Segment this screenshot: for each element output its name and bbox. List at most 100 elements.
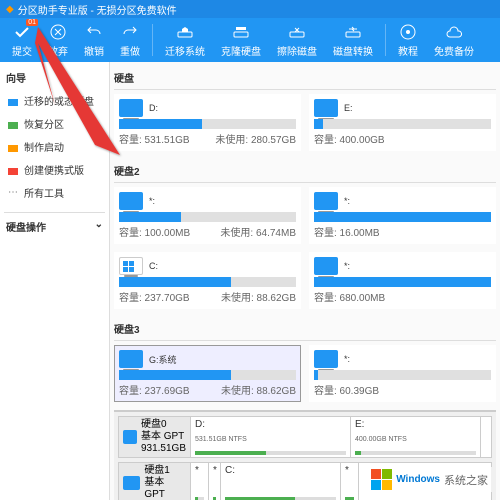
disk-icon bbox=[123, 476, 140, 490]
sidebar: 向导 迁移的或态硬盘恢复分区制作启动创建便携式版 ⋯ 所有工具 硬盘操作 ⌄ bbox=[0, 62, 110, 500]
partition[interactable]: E: 容量: 400.00GB bbox=[309, 94, 496, 151]
capacity: 容量: 60.39GB bbox=[314, 382, 379, 397]
capacity: 容量: 237.69GB bbox=[119, 382, 190, 397]
sidebar-icon bbox=[6, 163, 20, 177]
windows-logo-icon bbox=[371, 469, 392, 490]
sidebar-label: 制作启动 bbox=[24, 139, 64, 154]
partition-name: G:系统 bbox=[149, 353, 177, 366]
submit-button[interactable]: 01 提交 bbox=[4, 21, 40, 60]
clone-icon bbox=[232, 23, 250, 41]
sidebar-header: 向导 bbox=[4, 66, 105, 89]
partition-name: *: bbox=[344, 196, 350, 206]
sidebar-label: 迁移的或态硬盘 bbox=[24, 93, 94, 108]
usage-bar bbox=[314, 212, 491, 222]
disk-partition[interactable]: * bbox=[191, 463, 209, 500]
partition[interactable]: *: 容量: 60.39GB bbox=[309, 345, 496, 402]
disk-icon bbox=[123, 430, 137, 444]
separator bbox=[152, 24, 153, 56]
partition[interactable]: *: 容量: 100.00MB 未使用: 64.74MB bbox=[114, 187, 301, 244]
free-space: 未使用: 88.62GB bbox=[221, 289, 296, 304]
disk-label: 硬盘3 bbox=[114, 317, 496, 341]
capacity: 容量: 400.00GB bbox=[314, 131, 385, 146]
disk-row[interactable]: 硬盘0基本 GPT931.51GBD:531.51GB NTFSE:400.00… bbox=[118, 416, 492, 458]
partition[interactable]: *: 容量: 16.00MB bbox=[309, 187, 496, 244]
badge: 01 bbox=[26, 19, 38, 26]
migrate-button[interactable]: 迁移系统 bbox=[157, 21, 213, 60]
disk-partition[interactable]: C: bbox=[221, 463, 341, 500]
sidebar-section: 硬盘操作 ⌄ bbox=[4, 212, 105, 238]
drive-icon bbox=[119, 99, 143, 117]
disk-label: 硬盘2 bbox=[114, 159, 496, 183]
usage-bar bbox=[314, 119, 491, 129]
free-space: 未使用: 64.74MB bbox=[220, 224, 296, 239]
capacity: 容量: 680.00MB bbox=[314, 289, 385, 304]
capacity: 容量: 237.70GB bbox=[119, 289, 190, 304]
undo-icon bbox=[85, 23, 103, 41]
disk-partition[interactable]: D:531.51GB NTFS bbox=[191, 417, 351, 457]
usage-bar bbox=[314, 370, 491, 380]
partition[interactable]: G:系统容量: 237.69GB 未使用: 88.62GB bbox=[114, 345, 301, 402]
partition-name: C: bbox=[149, 261, 158, 271]
partition[interactable]: C: 容量: 237.70GB 未使用: 88.62GB bbox=[114, 252, 301, 309]
disk-header: 硬盘1基本 GPT bbox=[119, 463, 191, 500]
chevron-icon[interactable]: ⌄ bbox=[95, 219, 103, 234]
partition-name: E: bbox=[344, 103, 353, 113]
undo-button[interactable]: 撤销 bbox=[76, 21, 112, 60]
sidebar-label: 恢复分区 bbox=[24, 116, 64, 131]
sidebar-icon bbox=[6, 140, 20, 154]
partition[interactable]: D:容量: 531.51GB未使用: 280.57GB bbox=[114, 94, 301, 151]
watermark: Windows 系统之家 bbox=[367, 467, 492, 492]
disk-partition[interactable]: E:400.00GB NTFS bbox=[351, 417, 481, 457]
sidebar-icon: ⋯ bbox=[6, 186, 20, 200]
window-title: 分区助手专业版 - 无损分区免费软件 bbox=[18, 2, 177, 17]
partition-name: D: bbox=[149, 103, 158, 113]
redo-icon bbox=[121, 23, 139, 41]
sidebar-label: 创建便携式版 bbox=[24, 162, 84, 177]
disk-partition[interactable]: * bbox=[341, 463, 359, 500]
usage-bar bbox=[119, 119, 296, 129]
sidebar-item[interactable]: 迁移的或态硬盘 bbox=[4, 89, 105, 112]
close-icon bbox=[49, 23, 67, 41]
sidebar-label: 所有工具 bbox=[24, 185, 64, 200]
capacity: 容量: 100.00MB bbox=[119, 224, 190, 239]
discard-button[interactable]: 放弃 bbox=[40, 21, 76, 60]
sidebar-item[interactable]: 制作启动 bbox=[4, 135, 105, 158]
drive-icon bbox=[314, 99, 338, 117]
drive-icon bbox=[314, 192, 338, 210]
tutorial-icon bbox=[399, 23, 417, 41]
sidebar-icon bbox=[6, 117, 20, 131]
disk-label: 硬盘 bbox=[114, 66, 496, 90]
partition-name: *: bbox=[344, 261, 350, 271]
drive-icon bbox=[119, 350, 143, 368]
separator bbox=[385, 24, 386, 56]
drive-icon bbox=[314, 257, 338, 275]
main-panel: 硬盘 D:容量: 531.51GB未使用: 280.57GB E: 容量: 400.0… bbox=[110, 62, 500, 500]
free-space: 未使用: 88.62GB bbox=[221, 382, 296, 397]
partition-name: *: bbox=[344, 354, 350, 364]
convert-icon bbox=[344, 23, 362, 41]
sidebar-item[interactable]: 恢复分区 bbox=[4, 112, 105, 135]
sidebar-icon bbox=[6, 94, 20, 108]
backup-icon bbox=[445, 23, 463, 41]
usage-bar bbox=[314, 277, 491, 287]
disk-partition[interactable]: * bbox=[209, 463, 221, 500]
partition[interactable]: *: 容量: 680.00MB bbox=[309, 252, 496, 309]
sidebar-item[interactable]: 创建便携式版 bbox=[4, 158, 105, 181]
sidebar-item[interactable]: ⋯ 所有工具 bbox=[4, 181, 105, 204]
drive-icon bbox=[119, 257, 143, 275]
toolbar: 01 提交 放弃 撤销 重做 迁移系统 克隆硬盘 擦除磁盘 磁盘转换 教程 免费… bbox=[0, 18, 500, 62]
redo-button[interactable]: 重做 bbox=[112, 21, 148, 60]
wipe-icon bbox=[288, 23, 306, 41]
clone-button[interactable]: 克隆硬盘 bbox=[213, 21, 269, 60]
capacity: 容量: 16.00MB bbox=[314, 224, 380, 239]
convert-button[interactable]: 磁盘转换 bbox=[325, 21, 381, 60]
drive-icon bbox=[314, 350, 338, 368]
app-icon: ◆ bbox=[6, 4, 14, 15]
usage-bar bbox=[119, 370, 296, 380]
tutorial-button[interactable]: 教程 bbox=[390, 21, 426, 60]
partition-name: *: bbox=[149, 196, 155, 206]
migrate-icon bbox=[176, 23, 194, 41]
backup-button[interactable]: 免费备份 bbox=[426, 21, 482, 60]
free-space: 未使用: 280.57GB bbox=[215, 131, 296, 146]
wipe-button[interactable]: 擦除磁盘 bbox=[269, 21, 325, 60]
